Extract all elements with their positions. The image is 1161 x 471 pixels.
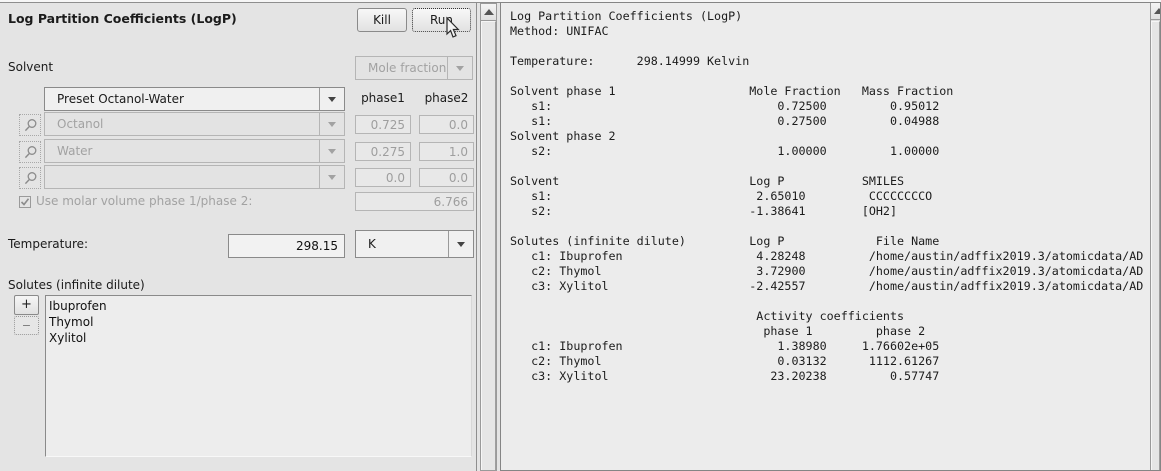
arrow-up-icon: [1154, 8, 1161, 14]
temperature-unit-arrow[interactable]: [448, 231, 473, 257]
phase1-column-header: phase1: [355, 91, 411, 105]
search-solvent3-button: [19, 167, 41, 189]
panel-divider: [476, 3, 477, 471]
solvent2-value: Water: [45, 144, 319, 158]
preset-select[interactable]: Preset Octanol-Water: [44, 87, 345, 111]
chevron-down-icon: [457, 242, 465, 247]
kill-button[interactable]: Kill: [357, 8, 407, 32]
solvent2-select: Water: [44, 139, 345, 163]
chevron-down-icon: [328, 149, 336, 154]
preset-arrow[interactable]: [319, 88, 344, 110]
scrollbar-thumb[interactable]: [481, 21, 496, 470]
scrollbar-thumb[interactable]: [1151, 21, 1160, 470]
preset-value: Preset Octanol-Water: [45, 92, 319, 106]
output-panel: Log Partition Coefficients (LogP) Method…: [500, 2, 1161, 471]
solvent2-phase1-field: 0.275: [355, 142, 411, 161]
molar-volume-checkbox: [19, 196, 31, 208]
list-item[interactable]: Thymol: [49, 314, 471, 330]
search-solvent1-button: [19, 114, 41, 136]
scroll-up-button[interactable]: [481, 4, 496, 21]
checkmark-icon: [20, 197, 30, 207]
search-icon: [23, 118, 38, 133]
scroll-up-button[interactable]: [1151, 3, 1161, 20]
logp-output-text: Log Partition Coefficients (LogP) Method…: [510, 9, 1143, 384]
left-panel-scrollbar[interactable]: [480, 3, 497, 471]
solutes-section-label: Solutes (infinite dilute): [8, 278, 145, 292]
list-item[interactable]: Ibuprofen: [49, 298, 471, 314]
solvent3-select: [44, 165, 345, 189]
solvent1-value: Octanol: [45, 117, 319, 131]
remove-solute-button: −: [14, 316, 39, 335]
solutes-list[interactable]: Ibuprofen Thymol Xylitol: [45, 295, 472, 457]
fraction-mode-value: Mole fraction: [356, 61, 447, 75]
add-solute-button[interactable]: +: [14, 295, 39, 315]
search-icon: [23, 145, 38, 160]
fraction-mode-arrow: [447, 57, 472, 79]
temperature-input[interactable]: 298.15: [228, 234, 345, 258]
temperature-unit-select[interactable]: K: [355, 230, 474, 258]
solvent3-phase2-field: 0.0: [419, 168, 474, 187]
chevron-down-icon: [328, 175, 336, 180]
molar-volume-label: Use molar volume phase 1/phase 2:: [36, 194, 252, 208]
search-icon: [23, 171, 38, 186]
solvent3-phase1-field: 0.0: [355, 168, 411, 187]
solvent2-arrow: [319, 140, 344, 162]
chevron-down-icon: [456, 66, 464, 71]
solvent1-phase1-field: 0.725: [355, 115, 411, 134]
temperature-label: Temperature:: [8, 237, 88, 251]
arrow-up-icon: [484, 9, 494, 15]
fraction-mode-select: Mole fraction: [355, 56, 473, 80]
temperature-unit-value: K: [356, 237, 448, 251]
solvent3-arrow: [319, 166, 344, 188]
page-title: Log Partition Coefficients (LogP): [8, 11, 237, 26]
chevron-down-icon: [328, 122, 336, 127]
molar-volume-field: 6.766: [355, 192, 474, 211]
phase2-column-header: phase2: [419, 91, 474, 105]
output-panel-scrollbar[interactable]: [1150, 3, 1160, 470]
search-solvent2-button: [19, 141, 41, 163]
mouse-cursor-icon: [441, 16, 461, 40]
solvent1-select: Octanol: [44, 112, 345, 136]
solvent1-arrow: [319, 113, 344, 135]
solvent-section-label: Solvent: [8, 60, 53, 74]
logp-window: Log Partition Coefficients (LogP) Kill R…: [0, 0, 1161, 471]
solvent1-phase2-field: 0.0: [419, 115, 474, 134]
solvent2-phase2-field: 1.0: [419, 142, 474, 161]
list-item[interactable]: Xylitol: [49, 330, 471, 346]
chevron-down-icon: [328, 97, 336, 102]
